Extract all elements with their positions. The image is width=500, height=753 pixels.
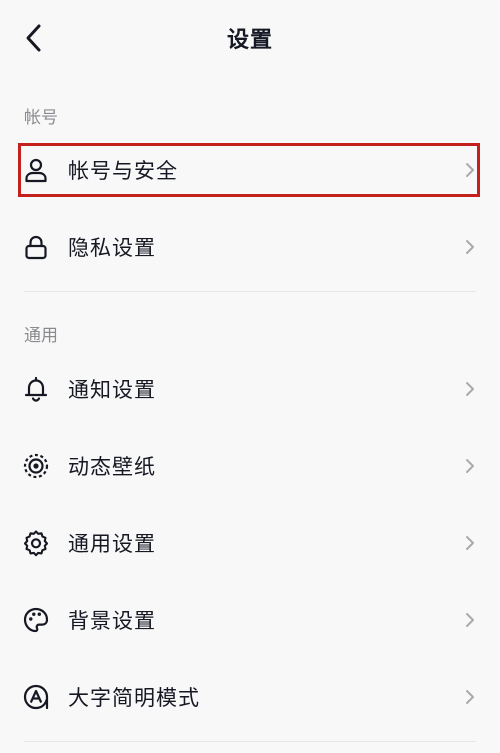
settings-item-label: 动态壁纸 (68, 455, 156, 479)
palette-icon (22, 606, 50, 634)
chevron-right-icon (466, 382, 474, 396)
font-size-icon (22, 683, 50, 711)
chevron-right-icon (466, 536, 474, 550)
section-divider (24, 291, 476, 292)
settings-item-live-wallpaper[interactable]: 动态壁纸 (0, 430, 500, 502)
chevron-right-icon (466, 613, 474, 627)
section-header-account: 帐号 (24, 108, 58, 128)
bell-icon (22, 375, 50, 403)
settings-screen: 设置 帐号 帐号与安全 隐私设置 通用 通知设置 动态壁纸 通用设置 背景设置 … (0, 0, 500, 753)
chevron-right-icon (466, 459, 474, 473)
settings-item-account-security[interactable]: 帐号与安全 (0, 134, 500, 206)
section-divider (24, 741, 476, 742)
chevron-right-icon (466, 690, 474, 704)
settings-item-label: 隐私设置 (68, 236, 156, 260)
settings-item-label: 通用设置 (68, 532, 156, 556)
settings-item-large-font-mode[interactable]: 大字简明模式 (0, 661, 500, 733)
settings-item-privacy[interactable]: 隐私设置 (0, 211, 500, 283)
settings-item-label: 通知设置 (68, 378, 156, 402)
nav-bar: 设置 (0, 0, 500, 80)
chevron-right-icon (466, 240, 474, 254)
page-title: 设置 (226, 28, 273, 53)
gear-icon (22, 529, 50, 557)
user-icon (22, 156, 50, 184)
chevron-right-icon (466, 163, 474, 177)
live-wallpaper-icon (22, 452, 50, 480)
settings-item-label: 大字简明模式 (68, 686, 200, 710)
settings-item-notifications[interactable]: 通知设置 (0, 353, 500, 425)
settings-item-general[interactable]: 通用设置 (0, 507, 500, 579)
settings-item-label: 背景设置 (68, 609, 156, 633)
lock-icon (22, 233, 50, 261)
settings-item-label: 帐号与安全 (68, 159, 178, 183)
settings-item-background[interactable]: 背景设置 (0, 584, 500, 656)
section-header-general: 通用 (24, 326, 58, 346)
